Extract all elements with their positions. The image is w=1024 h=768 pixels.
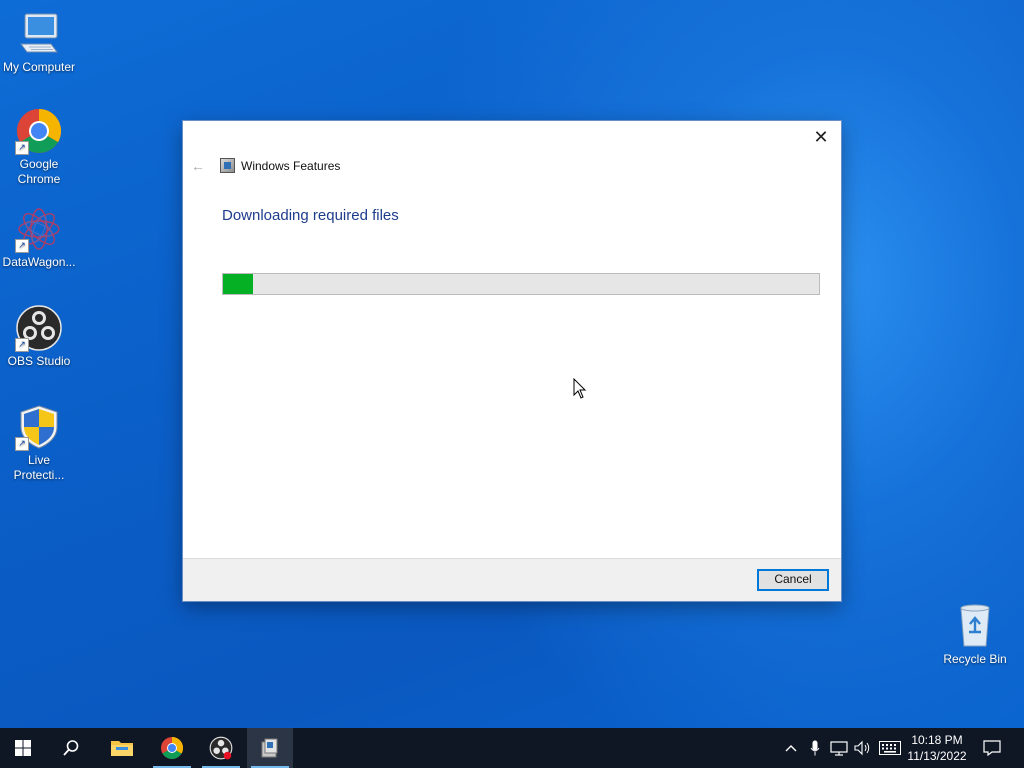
network-icon bbox=[830, 741, 848, 756]
touch-keyboard-button[interactable] bbox=[877, 728, 903, 768]
shortcut-arrow-icon: ↗ bbox=[15, 437, 29, 451]
desktop-icon-label: OBS Studio bbox=[7, 354, 71, 368]
windows-features-icon bbox=[261, 738, 278, 758]
desktop-icon-label: Recycle Bin bbox=[943, 652, 1007, 666]
keyboard-icon bbox=[879, 741, 901, 755]
progress-fill bbox=[223, 274, 253, 294]
taskbar-file-explorer[interactable] bbox=[99, 728, 145, 768]
search-button[interactable] bbox=[48, 728, 94, 768]
obs-studio-icon: ↗ bbox=[15, 304, 63, 352]
desktop-icon-label: Google Chrome bbox=[17, 157, 61, 186]
network-button[interactable] bbox=[828, 728, 850, 768]
taskbar-windows-features[interactable] bbox=[247, 728, 293, 768]
desktop-icon-recycle-bin[interactable]: Recycle Bin bbox=[937, 602, 1013, 667]
datawagon-icon: ↗ bbox=[15, 205, 63, 253]
search-icon bbox=[63, 740, 79, 756]
desktop-icon-label: Live Protecti... bbox=[13, 453, 65, 482]
taskbar: 10:18 PM 11/13/2022 bbox=[0, 728, 1024, 768]
microphone-button[interactable] bbox=[805, 728, 825, 768]
dialog-title: Windows Features bbox=[241, 158, 341, 173]
desktop-icon-obs-studio[interactable]: ↗ OBS Studio bbox=[1, 304, 77, 369]
desktop-icon-live-protection[interactable]: ↗ Live Protecti... bbox=[1, 403, 77, 483]
chrome-icon: ↗ bbox=[15, 107, 63, 155]
taskbar-chrome[interactable] bbox=[149, 728, 195, 768]
shortcut-arrow-icon: ↗ bbox=[15, 141, 29, 155]
chevron-up-icon bbox=[785, 745, 797, 752]
desktop-icon-label: My Computer bbox=[2, 60, 76, 74]
volume-button[interactable] bbox=[852, 728, 874, 768]
start-button[interactable] bbox=[0, 728, 46, 768]
start-icon bbox=[15, 740, 31, 756]
windows-features-icon bbox=[220, 158, 235, 173]
taskbar-clock[interactable]: 10:18 PM 11/13/2022 bbox=[902, 732, 972, 764]
notification-icon bbox=[983, 740, 1001, 756]
status-heading: Downloading required files bbox=[222, 207, 399, 224]
clock-time: 10:18 PM bbox=[911, 733, 963, 747]
shield-icon: ↗ bbox=[15, 403, 63, 451]
progress-bar bbox=[222, 273, 820, 295]
close-button[interactable]: ✕ bbox=[807, 125, 835, 149]
desktop-icon-google-chrome[interactable]: ↗ Google Chrome bbox=[1, 107, 77, 187]
clock-date: 11/13/2022 bbox=[907, 749, 967, 763]
microphone-icon bbox=[810, 740, 820, 756]
recycle-bin-icon bbox=[951, 602, 999, 650]
chrome-icon bbox=[161, 737, 183, 759]
desktop-icon-my-computer[interactable]: My Computer bbox=[1, 10, 77, 75]
computer-icon bbox=[15, 10, 63, 58]
volume-icon bbox=[854, 740, 870, 756]
taskbar-obs-studio[interactable] bbox=[198, 728, 244, 768]
windows-features-dialog: ✕ ← Windows Features Downloading require… bbox=[183, 121, 841, 601]
obs-studio-icon bbox=[209, 736, 233, 760]
back-button[interactable]: ← bbox=[191, 158, 205, 174]
show-hidden-icons-button[interactable] bbox=[780, 728, 802, 768]
shortcut-arrow-icon: ↗ bbox=[15, 338, 29, 352]
close-icon: ✕ bbox=[813, 127, 829, 147]
cancel-button[interactable]: Cancel bbox=[757, 569, 829, 591]
desktop-icon-datawagon[interactable]: ↗ DataWagon... bbox=[1, 205, 77, 270]
file-explorer-icon bbox=[111, 741, 133, 756]
shortcut-arrow-icon: ↗ bbox=[15, 239, 29, 253]
desktop-icon-label: DataWagon... bbox=[2, 255, 76, 269]
dialog-footer: Cancel bbox=[183, 558, 841, 601]
back-arrow-icon: ← bbox=[191, 158, 205, 174]
action-center-button[interactable] bbox=[978, 728, 1006, 768]
dialog-title-bar: Windows Features bbox=[220, 158, 340, 173]
